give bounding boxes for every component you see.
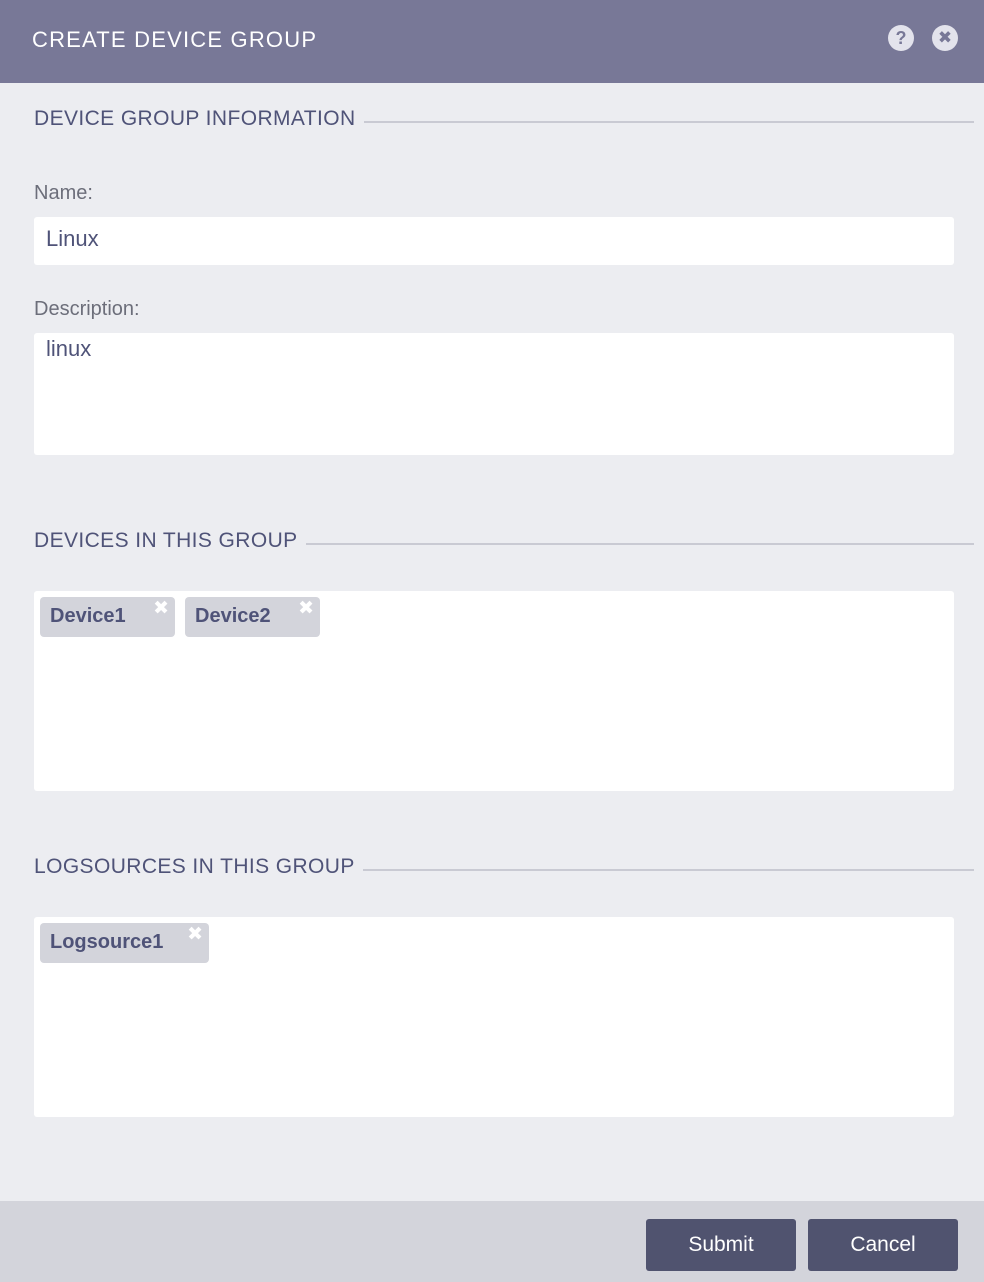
- section-heading-text: DEVICE GROUP INFORMATION: [34, 107, 356, 130]
- section-divider: [363, 121, 974, 123]
- device-tag: Device1 ✖: [40, 597, 175, 637]
- close-icon[interactable]: ✖: [932, 25, 958, 51]
- dialog-title: CREATE DEVICE GROUP: [32, 27, 318, 52]
- name-input[interactable]: Linux: [34, 217, 954, 265]
- cancel-button[interactable]: Cancel: [808, 1219, 958, 1271]
- description-label: Description:: [34, 298, 140, 320]
- section-heading-device-group-information: DEVICE GROUP INFORMATION: [34, 106, 974, 132]
- remove-tag-icon[interactable]: ✖: [298, 599, 314, 619]
- logsource-tag: Logsource1 ✖: [40, 923, 209, 963]
- remove-tag-icon[interactable]: ✖: [153, 599, 169, 619]
- device-tag: Device2 ✖: [185, 597, 320, 637]
- name-label: Name:: [34, 182, 93, 204]
- dialog-footer: Submit Cancel: [0, 1201, 984, 1282]
- section-heading-text: DEVICES IN THIS GROUP: [34, 529, 298, 552]
- devices-tag-input[interactable]: Device1 ✖ Device2 ✖: [34, 591, 954, 791]
- remove-tag-icon[interactable]: ✖: [187, 925, 203, 945]
- section-heading-devices: DEVICES IN THIS GROUP: [34, 528, 974, 554]
- description-textarea[interactable]: linux: [34, 333, 954, 455]
- submit-button[interactable]: Submit: [646, 1219, 796, 1271]
- device-tag-label: Device1: [50, 605, 126, 627]
- section-divider: [305, 543, 974, 545]
- create-device-group-dialog: CREATE DEVICE GROUP ? ✖ DEVICE GROUP INF…: [0, 0, 984, 1282]
- device-tag-label: Device2: [195, 605, 271, 627]
- section-heading-logsources: LOGSOURCES IN THIS GROUP: [34, 854, 974, 880]
- help-icon[interactable]: ?: [888, 25, 914, 51]
- dialog-header: CREATE DEVICE GROUP ? ✖: [0, 0, 984, 83]
- logsource-tag-label: Logsource1: [50, 931, 164, 953]
- section-heading-text: LOGSOURCES IN THIS GROUP: [34, 855, 355, 878]
- section-divider: [362, 869, 974, 871]
- logsources-tag-input[interactable]: Logsource1 ✖: [34, 917, 954, 1117]
